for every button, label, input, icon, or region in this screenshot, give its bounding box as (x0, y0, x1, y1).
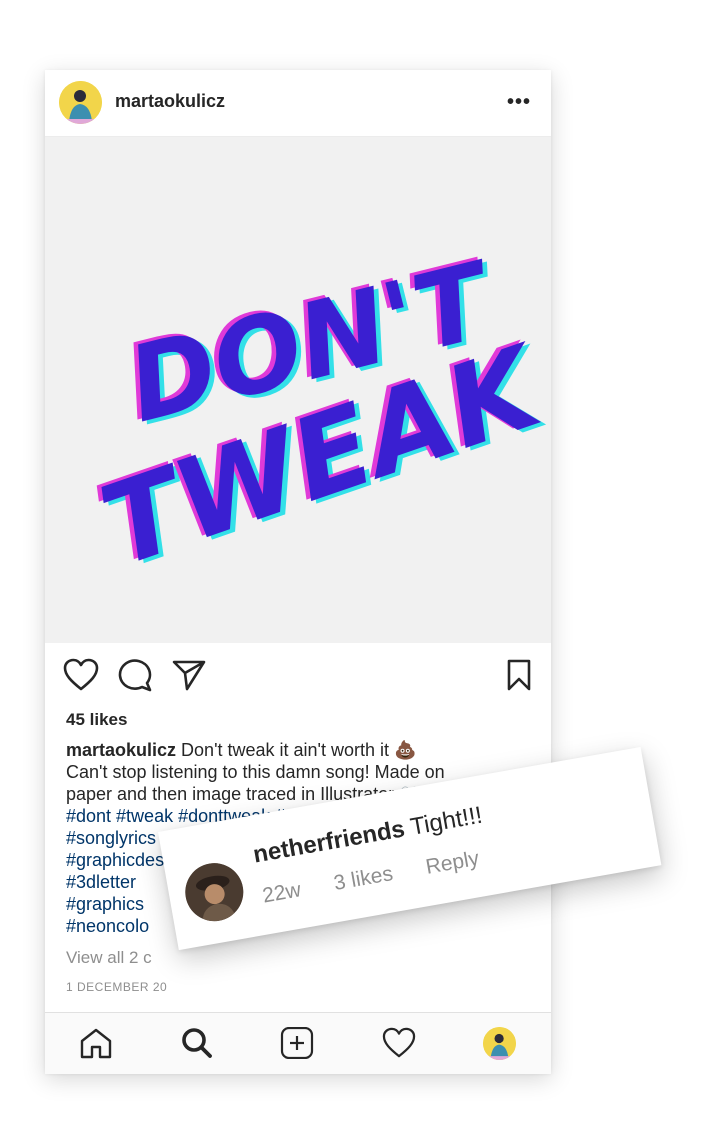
reply-button[interactable]: Reply (424, 847, 481, 879)
comment-text: Tight!!! (402, 801, 485, 842)
caption-username[interactable]: martaokulicz (66, 740, 176, 760)
activity-heart-icon[interactable] (382, 1027, 416, 1064)
bookmark-icon[interactable] (505, 658, 533, 697)
caption-text-line: Don't tweak it ain't worth it 💩 (176, 740, 417, 760)
home-icon[interactable] (79, 1027, 113, 1064)
comment-age: 22w (260, 878, 303, 908)
post-username[interactable]: martaokulicz (115, 91, 225, 112)
post-image: DON'T DON'T DON'T TWEAK TWEAK TWEAK (45, 137, 551, 643)
post-actions (45, 658, 551, 698)
commenter-avatar[interactable] (180, 858, 248, 926)
comment-likes[interactable]: 3 likes (332, 862, 395, 895)
post-date: 1 DECEMBER 20 (66, 980, 168, 994)
user-avatar[interactable] (59, 81, 102, 124)
heart-icon[interactable] (63, 658, 99, 697)
profile-avatar[interactable] (483, 1027, 516, 1060)
share-icon[interactable] (171, 658, 207, 697)
comment-icon[interactable] (117, 658, 153, 697)
bottom-tab-bar (45, 1012, 551, 1074)
commenter-username[interactable]: netherfriends (251, 815, 407, 868)
post-header: martaokulicz ••• (45, 70, 551, 137)
add-post-icon[interactable] (280, 1026, 314, 1064)
search-icon[interactable] (180, 1027, 214, 1064)
more-horizontal-icon[interactable]: ••• (507, 91, 531, 114)
view-all-comments-link[interactable]: View all 2 c (66, 948, 152, 968)
likes-count[interactable]: 45 likes (66, 710, 127, 730)
